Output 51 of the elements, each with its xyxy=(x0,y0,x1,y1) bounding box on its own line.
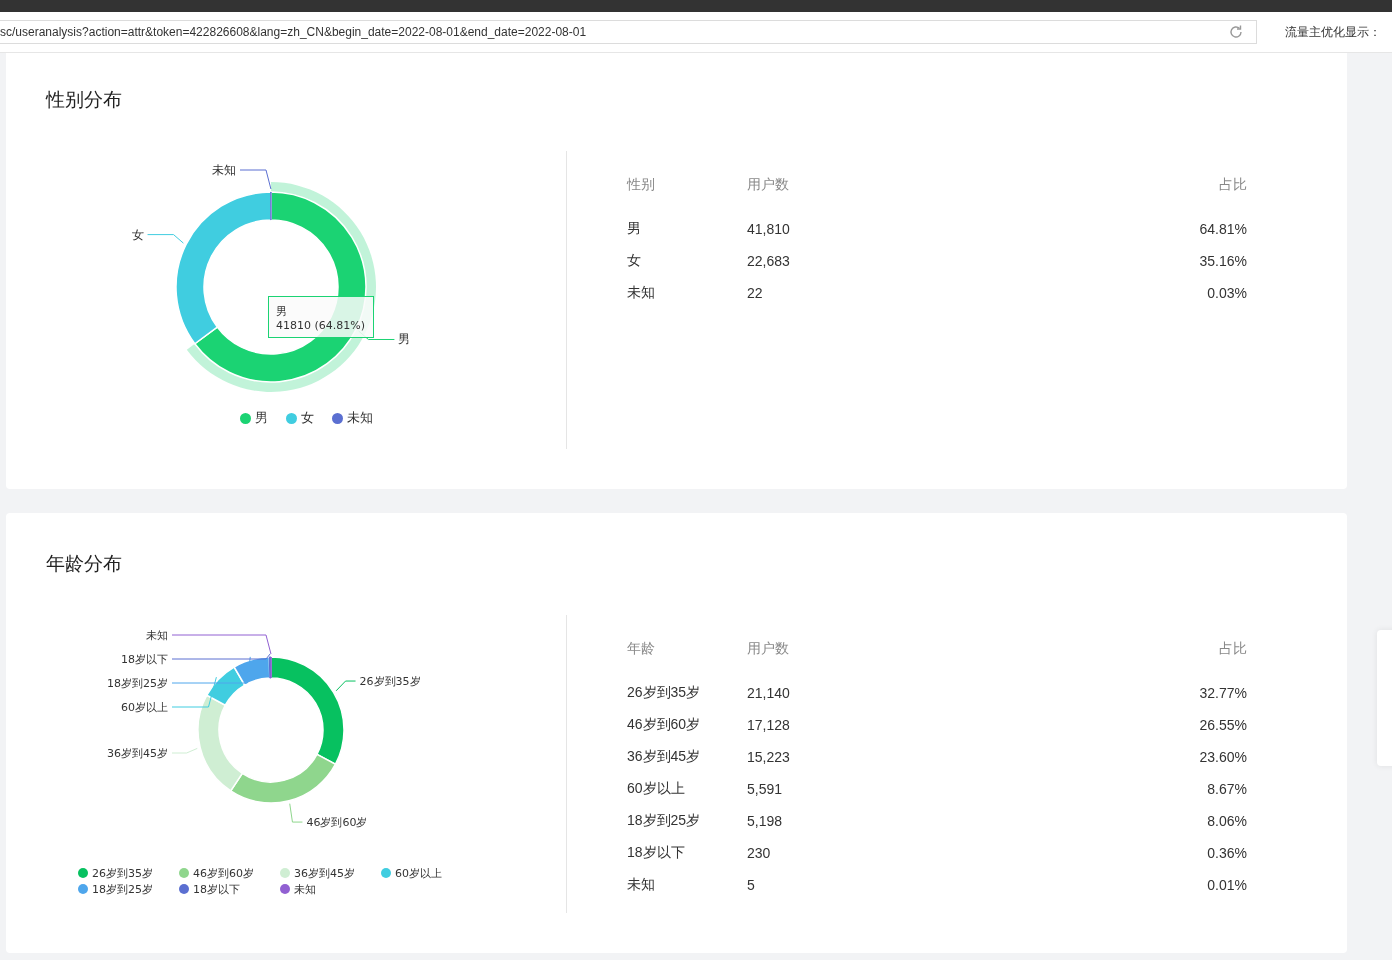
column-header: 用户数 xyxy=(747,640,790,658)
column-header: 占比 xyxy=(1218,176,1247,194)
table-cell-text: 36岁到45岁 xyxy=(627,748,702,766)
table-cell-text: 女 xyxy=(627,252,642,270)
table-cell-text: 5 xyxy=(747,877,756,893)
table-cell-text: 5,198 xyxy=(747,813,784,829)
table-cell-text: 未知 xyxy=(627,876,656,894)
table-cell-text: 15,223 xyxy=(747,749,791,765)
slice-label: 18岁以下 xyxy=(121,653,168,666)
table-cell-text: 60岁以上 xyxy=(627,780,686,798)
column-header: 性别 xyxy=(627,176,656,194)
section-title: 性别分布 xyxy=(46,87,123,111)
table-cell-text: 230 xyxy=(747,845,772,861)
table-cell-text: 32.77% xyxy=(1198,685,1247,701)
column-header: 用户数 xyxy=(747,176,790,194)
slice-label: 18岁到25岁 xyxy=(107,677,168,690)
table-cell-text: 22,683 xyxy=(747,253,791,269)
slice-label: 60岁以上 xyxy=(121,701,168,714)
table-cell-text: 41,810 xyxy=(747,221,791,237)
table-cell-text: 18岁以下 xyxy=(627,844,686,862)
table-cell-text: 64.81% xyxy=(1198,221,1247,237)
slice-label: 26岁到35岁 xyxy=(359,675,421,689)
column-header: 年龄 xyxy=(627,640,656,658)
table-cell-text: 8.06% xyxy=(1206,813,1247,829)
slice-label: 36岁到45岁 xyxy=(107,747,168,760)
tooltip-title: 男 xyxy=(276,305,288,319)
slice-label: 未知 xyxy=(146,629,168,642)
table-cell-text: 0.03% xyxy=(1206,285,1247,301)
slice-label: 未知 xyxy=(212,163,236,177)
column-header: 占比 xyxy=(1218,640,1247,658)
table-cell-text: 18岁到25岁 xyxy=(627,812,702,830)
table-cell-text: 35.16% xyxy=(1198,253,1247,269)
table-cell-text: 26.55% xyxy=(1198,717,1247,733)
section-title: 年龄分布 xyxy=(46,551,123,575)
side-label: 流量主优化显示： xyxy=(1285,23,1381,41)
slice-label: 46岁到60岁 xyxy=(306,816,368,830)
table-cell-text: 未知 xyxy=(627,284,656,302)
table-cell-text: 8.67% xyxy=(1206,781,1247,797)
table-cell-text: 5,591 xyxy=(747,781,784,797)
table-cell-text: 26岁到35岁 xyxy=(627,684,702,702)
table-cell-text: 21,140 xyxy=(747,685,791,701)
table-cell-text: 23.60% xyxy=(1198,749,1247,765)
tooltip-value: 41810 (64.81%) xyxy=(276,319,365,333)
table-cell-text: 46岁到60岁 xyxy=(627,716,702,734)
slice-label: 女 xyxy=(131,227,144,242)
table-cell-text: 0.36% xyxy=(1206,845,1247,861)
slice-label: 男 xyxy=(398,332,411,347)
table-cell-text: 男 xyxy=(627,220,642,238)
table-cell-text: 22 xyxy=(747,285,764,301)
table-cell-text: 0.01% xyxy=(1206,877,1247,893)
table-cell-text: 17,128 xyxy=(747,717,791,733)
